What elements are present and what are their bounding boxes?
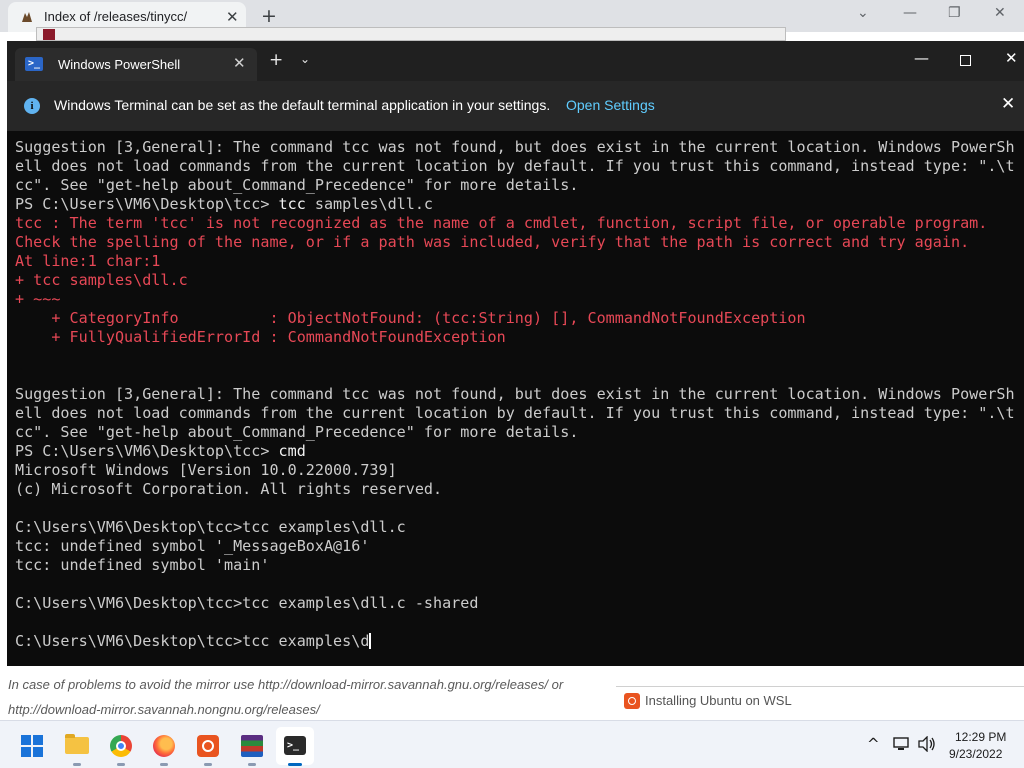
taskbar-firefox[interactable] (145, 727, 183, 766)
terminal-tab[interactable]: >_ Windows PowerShell ✕ (15, 48, 257, 81)
close-window-icon[interactable]: ✕ (1005, 49, 1018, 67)
command-keyword: tcc (278, 195, 306, 213)
winrar-icon (241, 735, 263, 757)
chevron-down-icon[interactable]: ⌄ (300, 52, 310, 66)
taskbar-chrome[interactable] (102, 727, 140, 766)
console-line: C:\Users\VM6\Desktop\tcc>tcc examples\dl… (15, 518, 406, 536)
console-prompt-line: PS C:\Users\VM6\Desktop\tcc> tcc samples… (15, 195, 1018, 214)
running-indicator (248, 763, 256, 766)
clock-date[interactable]: 9/23/2022 (949, 747, 1002, 761)
terminal-window: >_ Windows PowerShell ✕ + ⌄ — ✕ i Window… (7, 41, 1024, 666)
browser-tab-title: Index of /releases/tinycc/ (44, 9, 188, 24)
mirror-link-nongnu[interactable]: http://download-mirror.savannah.nongnu.o… (8, 702, 320, 717)
taskbar-windows-terminal[interactable]: >_ (276, 727, 314, 766)
console-input-line[interactable]: C:\Users\VM6\Desktop\tcc>tcc examples\d (15, 632, 1018, 651)
start-button[interactable] (13, 727, 51, 765)
console-prompt-line: PS C:\Users\VM6\Desktop\tcc> cmd (15, 442, 1018, 461)
command-keyword: cmd (278, 442, 306, 460)
powershell-icon: >_ (25, 57, 43, 71)
error-line: + CategoryInfo : ObjectNotFound: (tcc:St… (15, 309, 806, 327)
background-window-strip (36, 27, 786, 41)
prompt: PS C:\Users\VM6\Desktop\tcc> (15, 195, 279, 213)
folder-icon (65, 734, 89, 754)
taskbar-file-explorer[interactable] (58, 727, 96, 766)
infobar-message: Windows Terminal can be set as the defau… (54, 97, 551, 113)
default-terminal-infobar: i Windows Terminal can be set as the def… (7, 81, 1024, 131)
clock-time[interactable]: 12:29 PM (955, 730, 1006, 744)
running-indicator (73, 763, 81, 766)
text-cursor (369, 633, 372, 649)
network-icon[interactable] (893, 737, 909, 751)
terminal-icon: >_ (284, 736, 306, 755)
error-line: + FullyQualifiedErrorId : CommandNotFoun… (15, 328, 506, 346)
chrome-icon (110, 735, 132, 757)
console-line: cc". See "get-help about_Command_Precede… (15, 423, 579, 441)
volume-icon[interactable] (918, 736, 936, 752)
browser-close-icon[interactable]: ✕ (994, 5, 1006, 21)
console-line: Microsoft Windows [Version 10.0.22000.73… (15, 461, 397, 479)
prompt: PS C:\Users\VM6\Desktop\tcc> (15, 442, 279, 460)
console-line: ell does not load commands from the curr… (15, 404, 1015, 422)
console-line: Suggestion [3,General]: The command tcc … (15, 385, 1015, 403)
notification-text: Installing Ubuntu on WSL (645, 693, 792, 708)
maximize-icon[interactable] (960, 55, 971, 66)
console-line: cc". See "get-help about_Command_Precede… (15, 176, 579, 194)
console-line: Suggestion [3,General]: The command tcc … (15, 138, 1015, 156)
open-settings-link[interactable]: Open Settings (566, 97, 655, 113)
firefox-icon (153, 735, 175, 757)
error-line: + ~~~ (15, 290, 61, 308)
mirror-notice-text: In case of problems to avoid the mirror … (8, 677, 259, 692)
info-icon: i (24, 98, 40, 114)
running-indicator (160, 763, 168, 766)
mirror-notice: In case of problems to avoid the mirror … (8, 672, 618, 722)
browser-tab-search-icon[interactable]: ⌄ (857, 5, 869, 21)
error-line: tcc : The term 'tcc' is not recognized a… (15, 214, 988, 232)
terminal-title-bar: >_ Windows PowerShell ✕ + ⌄ — ✕ (7, 41, 1024, 81)
minimize-icon[interactable]: — (914, 49, 929, 67)
mirror-link-gnu[interactable]: http://download-mirror.savannah.gnu.org/… (258, 677, 548, 692)
mirror-notice-or: or (548, 677, 564, 692)
new-tab-icon[interactable]: + (269, 50, 283, 70)
console-line: tcc: undefined symbol 'main' (15, 556, 270, 574)
error-line: At line:1 char:1 (15, 252, 161, 270)
taskbar-winrar[interactable] (233, 727, 271, 766)
close-tab-icon[interactable]: ✕ (226, 8, 239, 26)
browser-minimize-icon[interactable]: — (903, 5, 917, 21)
active-indicator (288, 763, 302, 766)
new-tab-icon[interactable]: + (261, 5, 277, 27)
infobar-close-icon[interactable]: ✕ (1001, 94, 1015, 114)
ubuntu-icon (624, 693, 640, 709)
close-tab-icon[interactable]: ✕ (233, 54, 246, 72)
console-line: tcc: undefined symbol '_MessageBoxA@16' (15, 537, 370, 555)
console-line: (c) Microsoft Corporation. All rights re… (15, 480, 443, 498)
tray-overflow-chevron-icon[interactable]: ^ (867, 735, 880, 753)
error-line: + tcc samples\dll.c (15, 271, 188, 289)
browser-restore-icon[interactable]: ❐ (948, 5, 961, 21)
console-line: C:\Users\VM6\Desktop\tcc>tcc examples\dl… (15, 594, 479, 612)
windows-logo-icon (21, 735, 43, 757)
error-line: Check the spelling of the name, or if a … (15, 233, 970, 251)
taskbar: >_ ^ 12:29 PM 9/23/2022 (0, 720, 1024, 768)
console-line: ell does not load commands from the curr… (15, 157, 1015, 175)
current-input: C:\Users\VM6\Desktop\tcc>tcc examples\d (15, 632, 370, 650)
running-indicator (117, 763, 125, 766)
taskbar-ubuntu[interactable] (189, 727, 227, 766)
console-output[interactable]: Suggestion [3,General]: The command tcc … (15, 138, 1018, 663)
winrar-icon (43, 29, 55, 40)
command-args: samples\dll.c (305, 195, 434, 213)
installing-notification[interactable]: Installing Ubuntu on WSL (616, 686, 1024, 717)
running-indicator (204, 763, 212, 766)
gnu-favicon-icon (22, 12, 32, 22)
terminal-tab-title: Windows PowerShell (58, 57, 181, 72)
ubuntu-icon (197, 735, 219, 757)
